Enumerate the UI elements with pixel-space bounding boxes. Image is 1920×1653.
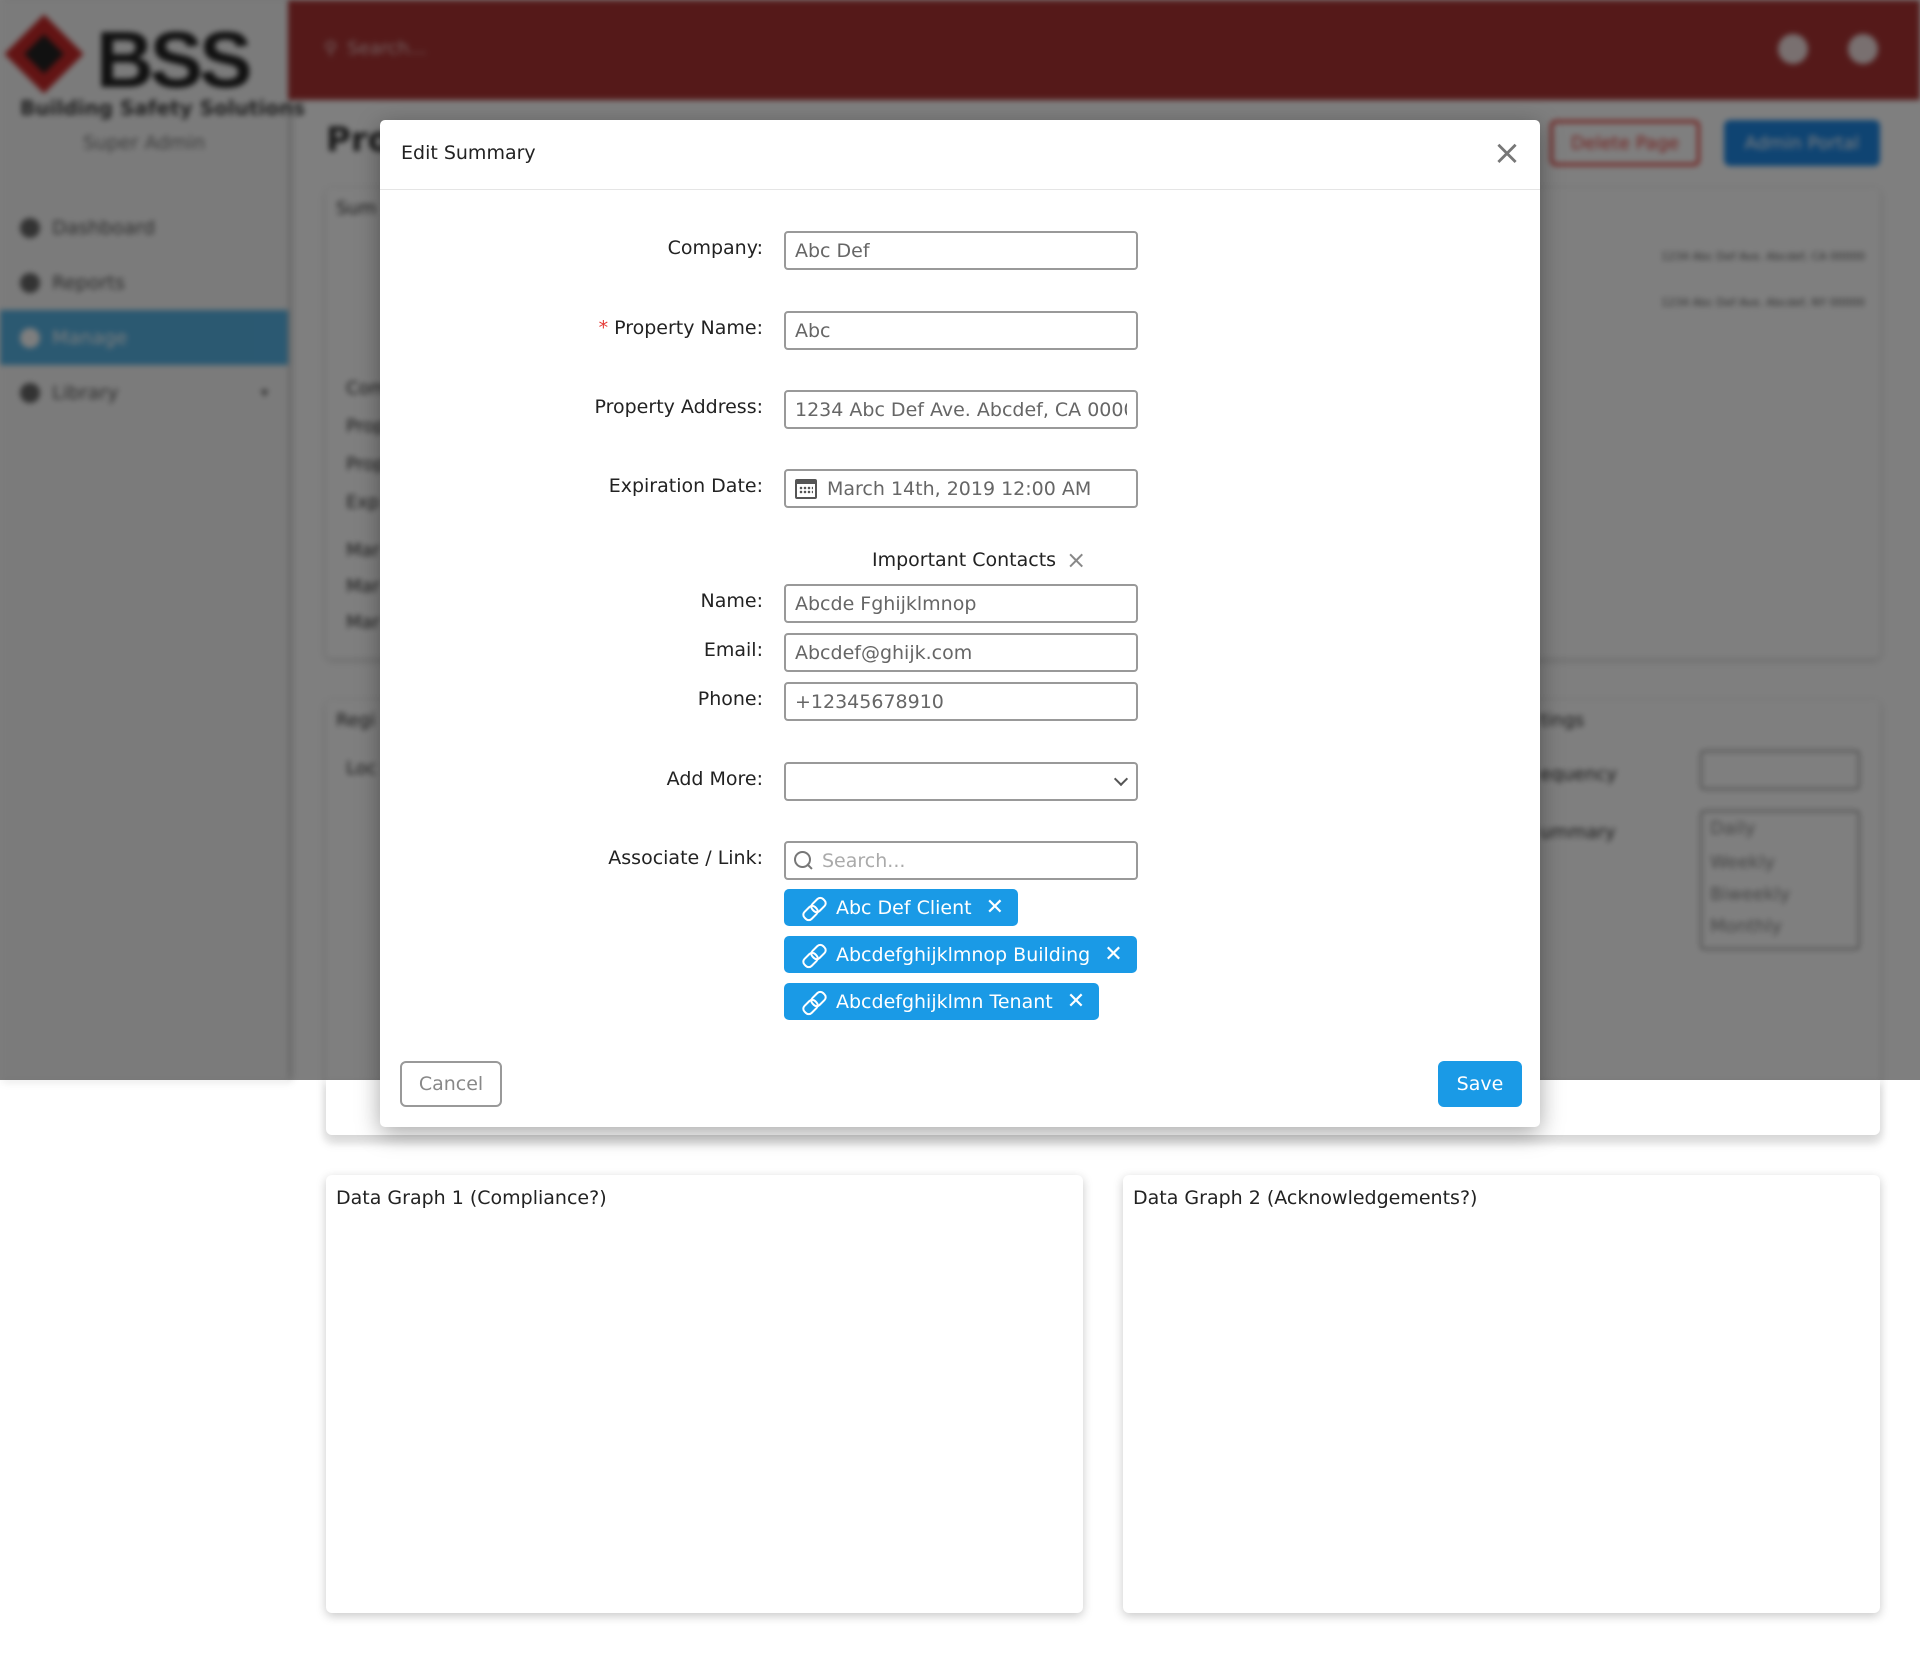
add-more-select[interactable]	[784, 762, 1138, 801]
remove-chip-icon[interactable]: ✕	[1104, 943, 1122, 966]
link-icon	[802, 990, 826, 1014]
chip-label: Abc Def Client	[836, 896, 972, 919]
associate-search[interactable]	[784, 841, 1138, 880]
edit-summary-modal: Edit Summary × Company: *Property Name: …	[380, 120, 1540, 1127]
close-icon[interactable]: ×	[1492, 136, 1522, 170]
chevron-down-icon	[1113, 771, 1129, 787]
property-name-label: * Property Name:	[599, 317, 763, 339]
link-icon	[802, 943, 826, 967]
link-icon	[802, 896, 826, 920]
save-button[interactable]: Save	[1438, 1061, 1522, 1107]
linked-chip-client[interactable]: Abc Def Client ✕	[784, 889, 1019, 926]
calendar-icon	[795, 478, 817, 499]
company-label: Company:	[667, 237, 763, 259]
expiration-date-label: Expiration Date:	[608, 475, 763, 497]
linked-chip-tenant[interactable]: Abcdefghijklmn Tenant ✕	[784, 983, 1100, 1020]
associate-search-input[interactable]	[822, 849, 1122, 872]
modal-header: Edit Summary ×	[380, 120, 1540, 190]
chip-label: Abcdefghijklmnop Building	[836, 943, 1091, 966]
modal-title: Edit Summary	[401, 142, 536, 164]
contact-phone-label: Phone:	[697, 688, 763, 710]
graph-title: Data Graph 2 (Acknowledgements?)	[1133, 1187, 1478, 1209]
contact-name-label: Name:	[700, 590, 763, 612]
property-name-field[interactable]	[784, 311, 1138, 350]
remove-contacts-icon[interactable]: ×	[1066, 548, 1086, 572]
cancel-button[interactable]: Cancel	[400, 1061, 502, 1107]
contact-phone-field[interactable]	[784, 682, 1138, 721]
property-name-label-text: Property Name:	[614, 317, 763, 339]
contact-email-field[interactable]	[784, 633, 1138, 672]
linked-chip-building[interactable]: Abcdefghijklmnop Building ✕	[784, 936, 1137, 973]
contact-email-label: Email:	[703, 639, 763, 661]
expiration-date-value: March 14th, 2019 12:00 AM	[827, 477, 1092, 500]
add-more-label: Add More:	[666, 768, 763, 790]
search-icon	[794, 850, 814, 871]
required-marker: *	[598, 317, 609, 339]
property-address-field[interactable]	[784, 390, 1138, 429]
data-graph-1-card: Data Graph 1 (Compliance?)	[326, 1175, 1083, 1613]
associate-link-label: Associate / Link:	[608, 847, 763, 869]
data-graph-2-card: Data Graph 2 (Acknowledgements?)	[1123, 1175, 1880, 1613]
remove-chip-icon[interactable]: ✕	[1067, 990, 1085, 1013]
graph-title: Data Graph 1 (Compliance?)	[336, 1187, 607, 1209]
property-address-label: Property Address:	[594, 396, 763, 418]
company-field[interactable]	[784, 231, 1138, 270]
chip-label: Abcdefghijklmn Tenant	[836, 990, 1053, 1013]
remove-chip-icon[interactable]: ✕	[986, 896, 1004, 919]
important-contacts-heading: Important Contacts ×	[872, 548, 1086, 572]
expiration-date-picker[interactable]: March 14th, 2019 12:00 AM	[784, 469, 1138, 508]
contact-name-field[interactable]	[784, 584, 1138, 623]
important-contacts-title: Important Contacts	[872, 549, 1057, 571]
